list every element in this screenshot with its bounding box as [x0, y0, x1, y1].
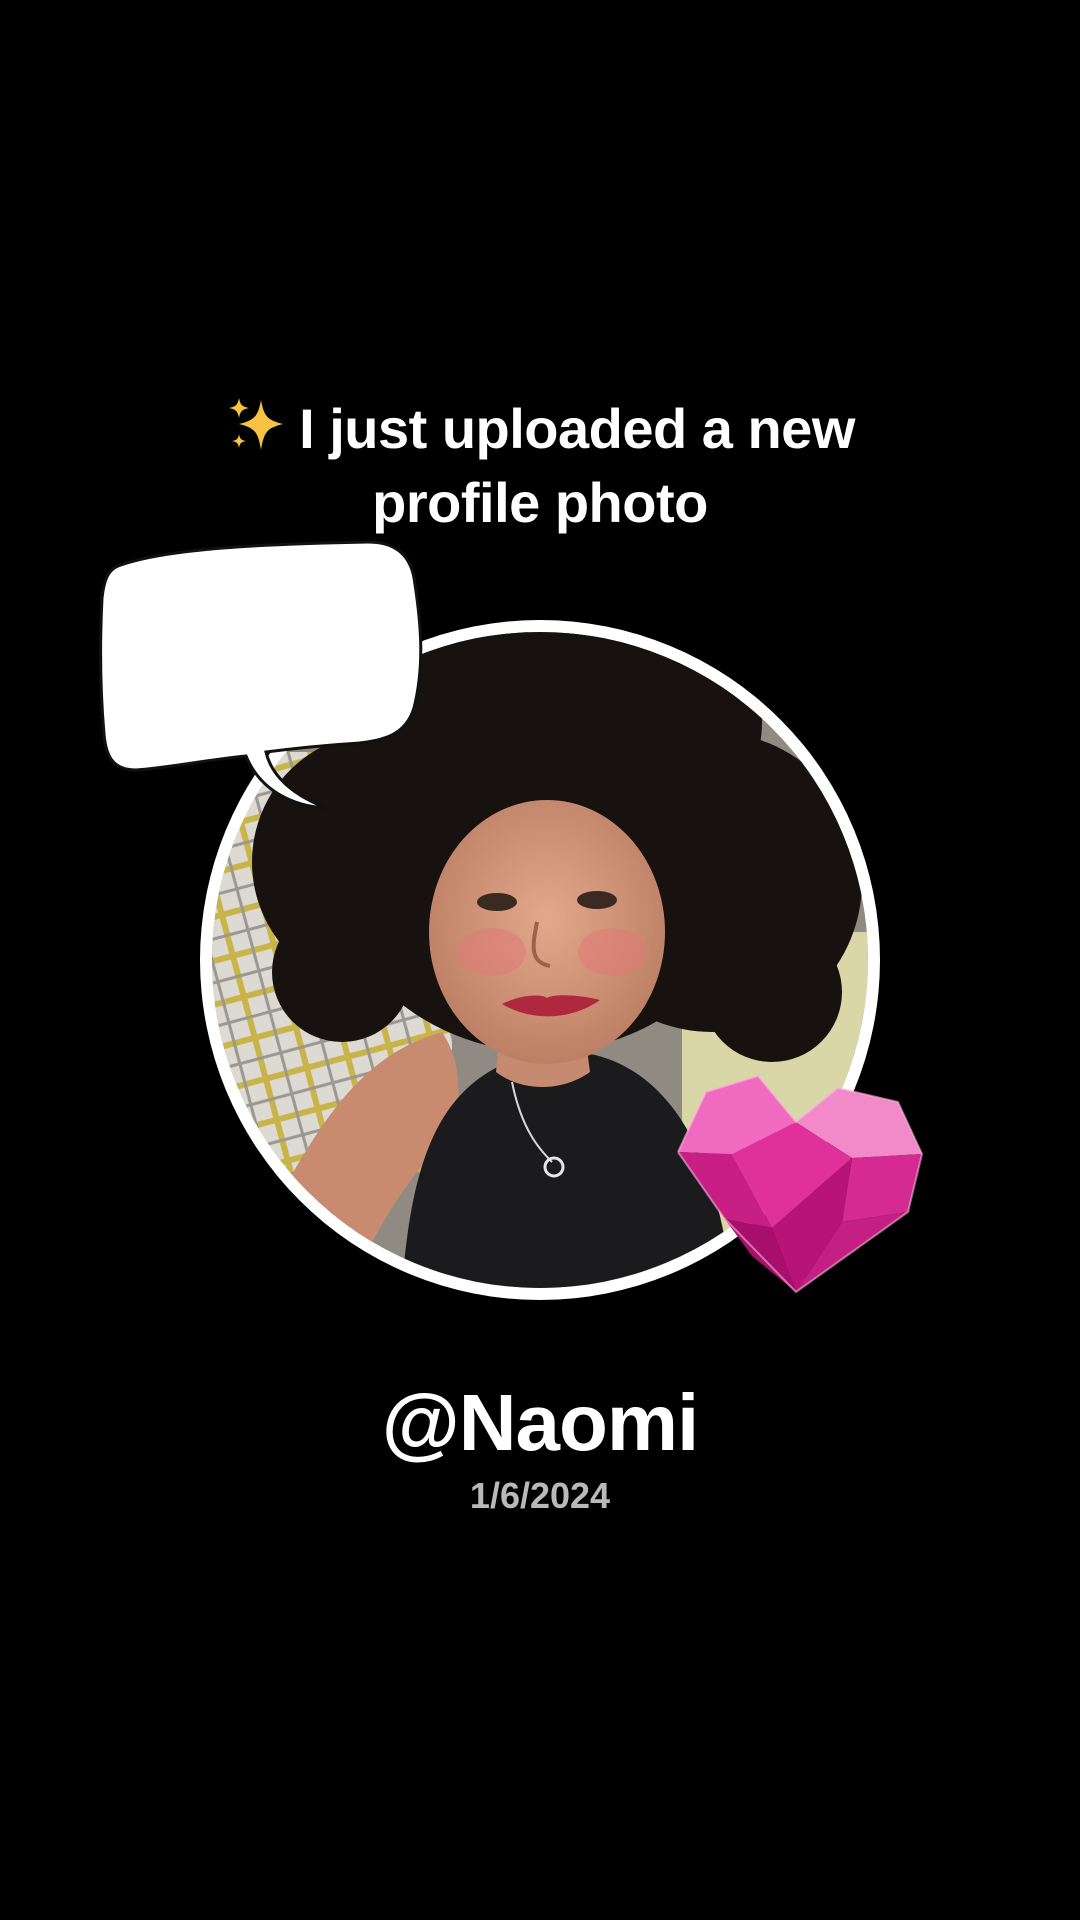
headline: I just uploaded a new profile photo: [0, 392, 1080, 540]
headline-text-1: I just uploaded a new: [299, 397, 855, 460]
pink-gem-heart-icon: [677, 1074, 924, 1294]
sparkles-icon: [225, 394, 287, 456]
headline-line-1: I just uploaded a new: [0, 392, 1080, 466]
story-screen: I just uploaded a new profile photo @Nao…: [0, 0, 1080, 1920]
headline-line-2: profile photo: [372, 471, 708, 534]
heart-sticker[interactable]: [672, 1072, 926, 1318]
post-date: 1/6/2024: [469, 1475, 611, 1516]
speech-bubble-sticker[interactable]: [96, 538, 436, 818]
username[interactable]: @Naomi: [0, 1378, 1080, 1468]
speech-bubble-icon: [99, 540, 423, 810]
